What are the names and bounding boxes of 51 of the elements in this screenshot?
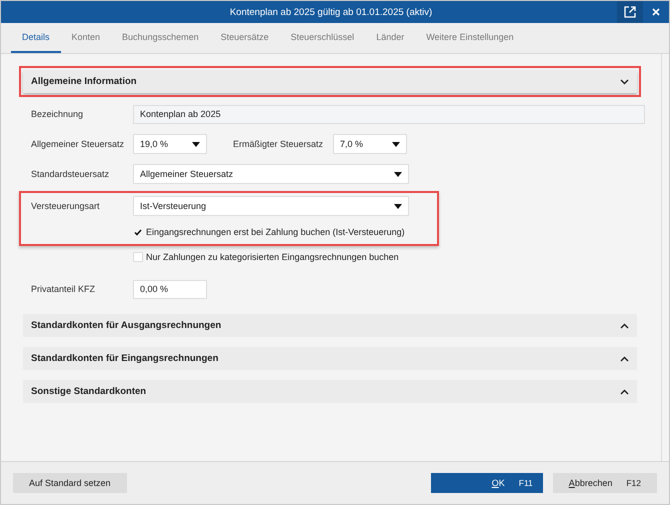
checkbox[interactable]	[133, 252, 143, 262]
section-header[interactable]: Standardkonten für Eingangsrechnungen	[23, 347, 637, 370]
popout-button[interactable]	[617, 1, 643, 23]
tab[interactable]: Buchungsschemen	[111, 23, 210, 53]
reset-button[interactable]: Auf Standard setzen	[13, 473, 127, 493]
section-title: Allgemeine Information	[31, 76, 138, 87]
field-label: Allgemeiner Steuersatz	[31, 139, 126, 149]
checkbox-label: Nur Zahlungen zu kategorisierten Eingangsrechnungen buchen	[146, 252, 399, 262]
field-label: Standardsteuersatz	[31, 169, 110, 179]
tab[interactable]: Details	[11, 23, 61, 53]
chevron-up-icon	[620, 388, 629, 394]
field-label: Privatanteil KFZ	[31, 284, 96, 294]
tab[interactable]: Steuerschlüssel	[280, 23, 366, 53]
chevron-down-icon	[620, 78, 629, 84]
section-header[interactable]: Allgemeine Information	[23, 70, 637, 93]
dropdown-arrow-icon	[394, 172, 402, 176]
text-field[interactable]: Kontenplan ab 2025	[133, 104, 645, 124]
dropdown-value: Ist-Versteuerung	[140, 201, 208, 211]
close-icon	[651, 7, 661, 17]
dropdown-arrow-icon	[394, 204, 402, 208]
section-header[interactable]: Sonstige Standardkonten	[23, 380, 637, 403]
chevron-up-icon	[620, 322, 629, 328]
dialog-button[interactable]: OK F11	[430, 473, 543, 493]
chevron-up-icon	[620, 356, 629, 362]
section-title: Standardkonten für Ausgangsrechnungen	[31, 320, 222, 331]
field-label: Versteuerungsart	[31, 201, 101, 211]
dropdown[interactable]: Ist-Versteuerung	[133, 196, 409, 216]
tab[interactable]: Konten	[60, 23, 112, 53]
checkbox-label: Eingangsrechnungen erst bei Zahlung buchen (Ist-Versteuerung)	[146, 227, 405, 237]
dropdown[interactable]: 19,0 %	[133, 134, 207, 154]
checkbox[interactable]	[133, 227, 143, 237]
dropdown-arrow-icon	[192, 142, 200, 146]
field-label: Ermäßigter Steuersatz	[233, 139, 324, 149]
section-header[interactable]: Standardkonten für Ausgangsrechnungen	[23, 314, 637, 337]
section-title: Standardkonten für Eingangsrechnungen	[31, 353, 220, 364]
dropdown[interactable]: Allgemeiner Steuersatz	[133, 164, 409, 184]
checkmark-icon	[134, 228, 142, 236]
dropdown-value: 7,0 %	[340, 139, 364, 149]
dropdown-value: 19,0 %	[140, 139, 170, 149]
tab[interactable]: Steuersätze	[210, 23, 280, 53]
section-title: Sonstige Standardkonten	[31, 386, 148, 397]
window-title: Kontenplan ab 2025 gültig ab 01.01.2025 (aktiv)	[228, 6, 434, 18]
text-field[interactable]: 0,00 %	[133, 280, 207, 298]
dropdown-value: Allgemeiner Steuersatz	[140, 169, 234, 179]
dropdown-arrow-icon	[392, 142, 400, 146]
external-link-icon	[624, 6, 636, 18]
tab[interactable]: Weitere Einstellungen	[415, 23, 525, 53]
tab[interactable]: Länder	[365, 23, 416, 53]
dialog-button[interactable]: Abbrechen F12	[552, 473, 657, 493]
field-label: Bezeichnung	[31, 109, 84, 119]
dropdown[interactable]: 7,0 %	[333, 134, 407, 154]
